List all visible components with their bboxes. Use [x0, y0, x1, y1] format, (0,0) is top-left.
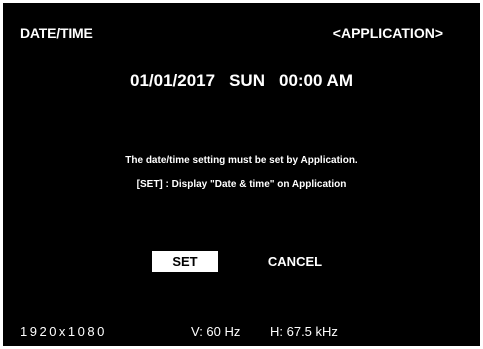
current-datetime: 01/01/2017 SUN 00:00 AM — [3, 71, 480, 91]
vertical-frequency: V: 60 Hz — [191, 324, 241, 339]
horizontal-frequency: H: 67.5 kHz — [270, 324, 338, 339]
signal-resolution: 1920x1080 — [20, 324, 107, 339]
set-button[interactable]: SET — [152, 251, 218, 272]
menu-title: DATE/TIME — [20, 25, 93, 41]
info-message-line-1: The date/time setting must be set by App… — [125, 155, 358, 166]
date-source-mode: <APPLICATION> — [332, 25, 443, 41]
info-message-line-2: [SET] : Display "Date & time" on Applica… — [136, 179, 347, 190]
cancel-button[interactable]: CANCEL — [257, 251, 333, 272]
date-value: 01/01/2017 — [129, 71, 216, 90]
time-value: 00:00 AM — [278, 71, 353, 90]
osd-menu-panel: DATE/TIME <APPLICATION> 01/01/2017 SUN 00:… — [3, 3, 480, 346]
weekday-value: SUN — [229, 71, 265, 90]
